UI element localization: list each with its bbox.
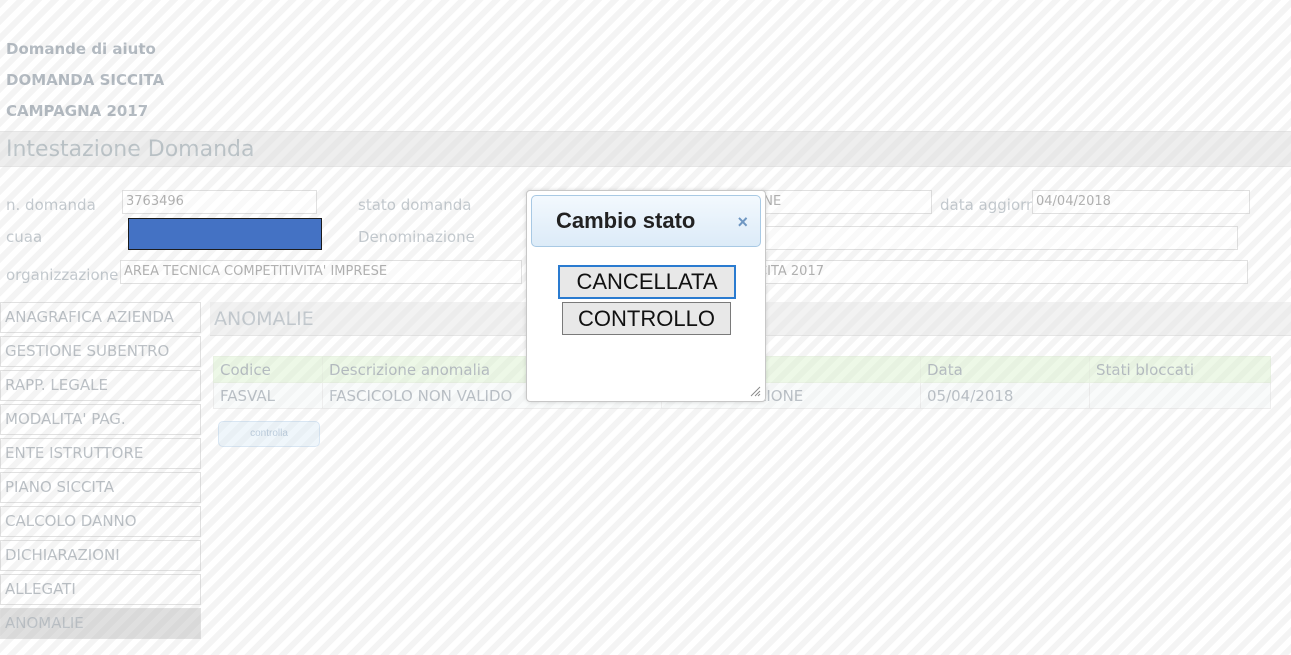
cell-codice: FASVAL	[213, 382, 323, 409]
breadcrumb-domanda-siccita[interactable]: DOMANDA SICCITA	[6, 71, 164, 89]
controllo-button[interactable]: CONTROLLO	[562, 302, 731, 335]
organizzazione-label: organizzazione	[6, 266, 119, 284]
nav-item-rapp-legale[interactable]: RAPP. LEGALE	[0, 370, 201, 401]
nav-item-modalita-pag[interactable]: MODALITA' PAG.	[0, 404, 201, 435]
data-aggiorn-label: data aggiorn.	[940, 196, 1041, 214]
num-domanda-label: n. domanda	[6, 196, 96, 214]
cambio-stato-dialog: Cambio stato × CANCELLATA CONTROLLO	[526, 190, 766, 402]
organizzazione-field: AREA TECNICA COMPETITIVITA' IMPRESE	[120, 260, 522, 284]
data-aggiorn-field: 04/04/2018	[1032, 190, 1250, 214]
application-page: Domande di aiuto DOMANDA SICCITA CAMPAGN…	[0, 0, 1291, 655]
denominazione-label: Denominazione	[358, 228, 475, 246]
nav-item-piano-siccita[interactable]: PIANO SICCITA	[0, 472, 201, 503]
column-header-data[interactable]: Data	[920, 356, 1090, 383]
breadcrumb-domande[interactable]: Domande di aiuto	[6, 40, 156, 58]
dialog-titlebar[interactable]: Cambio stato ×	[531, 195, 761, 247]
nav-item-allegati[interactable]: ALLEGATI	[0, 574, 201, 605]
nav-item-ente-istruttore[interactable]: ENTE ISTRUTTORE	[0, 438, 201, 469]
nav-item-anomalie[interactable]: ANOMALIE	[0, 608, 201, 639]
column-header-stati-bloccati[interactable]: Stati bloccati	[1089, 356, 1271, 383]
column-header-codice[interactable]: Codice	[213, 356, 323, 383]
nav-item-anagrafica[interactable]: ANAGRAFICA AZIENDA	[0, 302, 201, 333]
cell-stati-bloccati	[1089, 382, 1271, 409]
section-title: Intestazione Domanda	[0, 131, 1291, 167]
nav-item-gestione-subentro[interactable]: GESTIONE SUBENTRO	[0, 336, 201, 367]
nav-item-dichiarazioni[interactable]: DICHIARAZIONI	[0, 540, 201, 571]
nav-item-calcolo-danno[interactable]: CALCOLO DANNO	[0, 506, 201, 537]
stato-domanda-label: stato domanda	[358, 196, 472, 214]
dialog-title: Cambio stato	[556, 208, 696, 233]
close-icon[interactable]: ×	[737, 197, 748, 247]
cell-data: 05/04/2018	[920, 382, 1090, 409]
cuaa-label: cuaa	[6, 228, 43, 246]
cancellata-button[interactable]: CANCELLATA	[558, 265, 736, 299]
sidebar-nav: ANAGRAFICA AZIENDA GESTIONE SUBENTRO RAP…	[0, 302, 201, 642]
breadcrumb-campagna: CAMPAGNA 2017	[6, 102, 149, 120]
controlla-button[interactable]: controlla	[218, 421, 320, 447]
resize-grip-icon[interactable]	[749, 385, 761, 397]
num-domanda-field: 3763496	[122, 190, 317, 214]
cuaa-field-redacted	[128, 218, 322, 250]
